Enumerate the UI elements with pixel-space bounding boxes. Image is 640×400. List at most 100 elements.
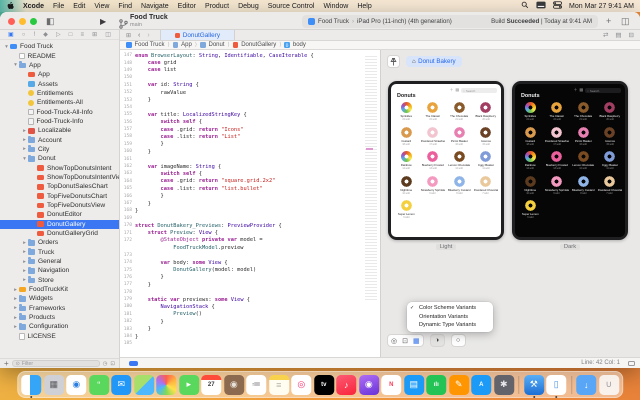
menu-item-orientation-variants[interactable]: Orientation Variants [407, 313, 493, 322]
source-line[interactable]: 175 DonutGallery(model: model) [120, 266, 380, 273]
navigator-row-orders[interactable]: ▸Orders [0, 238, 119, 247]
scm-filter-icon[interactable]: ⊡ [110, 361, 115, 367]
navigator-row-donuteditor[interactable]: DonutEditor [0, 210, 119, 219]
menu-item-color-scheme-variants[interactable]: ✓Color Scheme Variants [407, 304, 493, 313]
source-line[interactable]: 181 Preview() [120, 311, 380, 318]
source-line[interactable]: 167 } [120, 200, 380, 207]
source-line[interactable]: 162 var imageName: String { [120, 163, 380, 170]
add-file-button[interactable]: + [4, 360, 9, 368]
menu-edit[interactable]: Edit [73, 3, 85, 10]
navigator-row-app[interactable]: ▾App [0, 61, 119, 70]
source-line[interactable]: 177 } [120, 281, 380, 288]
navigator-row-entitlements-all[interactable]: Entitlements-All [0, 98, 119, 107]
dock-finder[interactable] [21, 375, 41, 395]
navigator-row-configuration[interactable]: ▸Configuration [0, 322, 119, 331]
library-add-button[interactable]: + [606, 15, 611, 27]
navigator-tab-4[interactable]: ▷ [56, 31, 61, 38]
pin-preview-button[interactable] [387, 55, 400, 68]
preview-chip[interactable]: ⌂Donut Bakery [406, 56, 462, 67]
source-line[interactable]: 174 var body: some View { [120, 259, 380, 266]
navigator-row-localizable[interactable]: ▸Localizable [0, 126, 119, 135]
dock-launchpad[interactable]: ▦ [44, 375, 64, 395]
dock-messages[interactable]: “ [89, 375, 109, 395]
adjust-editor-icon[interactable]: ▤ [615, 31, 621, 39]
source-line[interactable]: 183 } [120, 325, 380, 332]
navigator-row-showtopdonutsintent[interactable]: ShowTopDonutsIntent [0, 163, 119, 172]
breadcrumb-food-truck[interactable]: Food Truck [126, 42, 165, 48]
dock-app-store[interactable]: A [471, 375, 491, 395]
source-line[interactable]: FoodTruckModel.preview [120, 244, 380, 251]
navigator-tab-6[interactable]: ≡ [81, 32, 85, 38]
menu-product[interactable]: Product [205, 3, 229, 10]
menu-navigate[interactable]: Navigate [141, 3, 169, 10]
tab-donutgallery[interactable]: DonutGallery [160, 30, 235, 40]
recent-filter-icon[interactable]: ◷ [103, 361, 108, 367]
navigator-tab-8[interactable]: ◫ [105, 31, 111, 38]
navigator-row-general[interactable]: ▸General [0, 257, 119, 266]
search-icon[interactable] [521, 1, 529, 11]
navigator-row-showtopdonutsintentview[interactable]: ShowTopDonutsIntentView [0, 173, 119, 182]
source-line[interactable]: 163 switch self { [120, 170, 380, 177]
filter-input[interactable]: ⊙Filter [12, 360, 100, 367]
close-editor-icon[interactable]: ⊟ [629, 31, 634, 39]
dock-maps[interactable] [134, 375, 154, 395]
breadcrumb-app[interactable]: App [173, 42, 192, 48]
navigator-row-topfivedonutschart[interactable]: TopFiveDonutsChart [0, 192, 119, 201]
source-line[interactable]: 151 var id: String { [120, 82, 380, 89]
source-line[interactable]: 172 @StateObject private var model = [120, 237, 380, 244]
navigator-row-foodtruckkit[interactable]: ▸FoodTruckKit [0, 285, 119, 294]
source-line[interactable]: 160 } [120, 148, 380, 155]
navigator-row-products[interactable]: ▸Products [0, 313, 119, 322]
dock-simulator[interactable]: ▯ [546, 375, 566, 395]
project-title[interactable]: Food Truck main [130, 14, 168, 28]
source-line[interactable]: 168} [120, 207, 380, 214]
source-line[interactable]: 159 } [120, 141, 380, 148]
breadcrumb-body[interactable]: {}body [284, 42, 306, 48]
tab-overview-icon[interactable]: ⊞ [126, 32, 131, 39]
dock-keynote[interactable]: ▤ [404, 375, 424, 395]
build-status[interactable]: Build Succeeded | Today at 9:41 AM [491, 18, 592, 25]
source-line[interactable]: 149 case list [120, 67, 380, 74]
navigator-row-donut[interactable]: ▾Donut [0, 154, 119, 163]
dock-photo-booth[interactable]: ◉ [224, 375, 244, 395]
dock-facetime[interactable]: ▸ [179, 375, 199, 395]
dock-calendar[interactable]: 27 [201, 375, 221, 395]
dock-reminders[interactable]: ≔ [246, 375, 266, 395]
dock-numbers[interactable]: ılı [426, 375, 446, 395]
close-window-button[interactable] [8, 18, 15, 25]
breadcrumb-donut[interactable]: Donut [200, 42, 225, 48]
dock-tv[interactable]: tv [314, 375, 334, 395]
navigator-row-food-truck-info[interactable]: Food-Truck-Info [0, 117, 119, 126]
minimap[interactable] [365, 54, 377, 302]
editor-focus-icon[interactable] [628, 361, 635, 367]
navigator-row-widgets[interactable]: ▸Widgets [0, 294, 119, 303]
menu-source-control[interactable]: Source Control [268, 3, 315, 10]
scheme-destination-bar[interactable]: Food Truck › iPad Pro (11-inch) (4th gen… [302, 15, 598, 28]
menu-editor[interactable]: Editor [178, 3, 196, 10]
variants-mode-icon[interactable]: ▦ [413, 337, 420, 345]
device-settings-button[interactable]: ○ [451, 334, 466, 347]
source-line[interactable]: 152 rawValue [120, 89, 380, 96]
source-line[interactable]: 176 } [120, 274, 380, 281]
navigator-row-app[interactable]: App [0, 70, 119, 79]
navigator-row-readme[interactable]: README [0, 51, 119, 60]
source-line[interactable]: 155 var title: LocalizedStringKey { [120, 111, 380, 118]
source-line[interactable]: 154 [120, 104, 380, 111]
navigator-row-navigation[interactable]: ▸Navigation [0, 266, 119, 275]
navigator-row-city[interactable]: ▸City [0, 145, 119, 154]
navigator-tab-3[interactable]: ◆ [43, 31, 48, 38]
navigator-row-topfivedonutsview[interactable]: TopFiveDonutsView [0, 201, 119, 210]
dock-fitness[interactable]: ◎ [291, 375, 311, 395]
navigator-row-topdonutsaleschart[interactable]: TopDonutSalesChart [0, 182, 119, 191]
navigator-row-food-truck-all-info[interactable]: Food-Truck-All-Info [0, 107, 119, 116]
source-line[interactable]: 185 [120, 340, 380, 347]
dock-photos[interactable] [156, 375, 176, 395]
menu-view[interactable]: View [94, 3, 109, 10]
navigator-row-entitlements[interactable]: Entitlements [0, 89, 119, 98]
navigator-tab-0[interactable]: ▣ [8, 31, 14, 38]
navigator-row-assets[interactable]: Assets [0, 79, 119, 88]
dock-pages[interactable]: ✎ [449, 375, 469, 395]
dock-safari[interactable]: ◉ [66, 375, 86, 395]
source-line[interactable]: 157 case .grid: return "Icons" [120, 126, 380, 133]
menu-file[interactable]: File [53, 3, 64, 10]
